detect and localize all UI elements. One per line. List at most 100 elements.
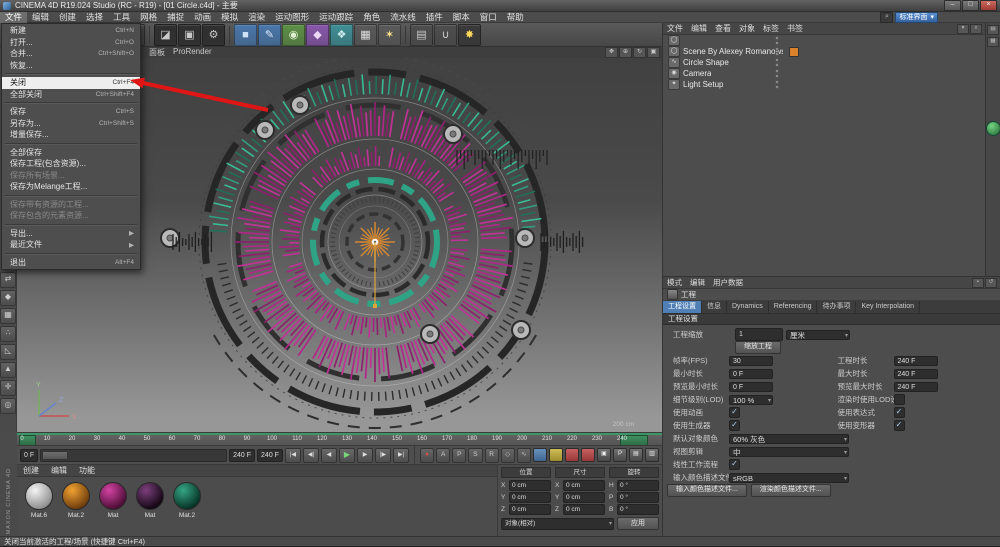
material-menu-0[interactable]: 创建 [17,465,45,476]
coord-value-field[interactable]: 0 cm [563,504,605,515]
file-menu-item-15[interactable]: 保存为Melange工程... [2,181,140,193]
profile-button-0[interactable]: 输入颜色描述文件... [667,484,747,497]
strip-layout-icon-1[interactable]: ▤ [987,25,999,35]
om-menu-4[interactable]: 标签 [759,23,783,34]
goto-end-button[interactable]: ▶| [393,448,409,463]
options-2-button[interactable]: ▥ [645,448,659,462]
render-visibility-dot[interactable] [775,52,779,56]
menubar-item-6[interactable]: 捕捉 [162,12,189,23]
menubar-item-11[interactable]: 运动跟踪 [314,12,358,23]
coord-value-field[interactable]: 0 ° [617,492,659,503]
rotate-view-icon[interactable]: ↻ [633,47,646,58]
section-header[interactable]: 工程设置 [663,314,1000,325]
file-menu-item-13[interactable]: 保存工程(包含资源)... [2,158,140,170]
make-editable-icon[interactable]: ⇄ [0,272,16,288]
om-menu-1[interactable]: 编辑 [687,23,711,34]
menubar-item-0[interactable]: 文件 [0,12,27,23]
visibility-dots[interactable] [775,36,779,45]
layout-dropdown[interactable]: 标准界面▾ [895,12,938,23]
checkbox[interactable]: ✓ [729,459,740,470]
maximize-button[interactable]: □ [962,0,979,11]
options-1-button[interactable]: ▤ [629,448,643,462]
minimize-button[interactable]: – [944,0,961,11]
value-field[interactable]: 240 F [894,356,938,366]
menubar-item-5[interactable]: 网格 [135,12,162,23]
file-menu-item-6[interactable]: 全部关闭Ctrl+Shift+F4 [2,89,140,101]
prev-key-button[interactable]: ◀| [303,448,319,463]
viewport-solo-icon[interactable]: ◎ [0,398,16,414]
current-frame-field[interactable]: 0 F [20,449,38,462]
menubar-item-9[interactable]: 渲染 [243,12,270,23]
object-tag-icon[interactable] [789,47,799,57]
material-sphere[interactable] [136,482,164,510]
value-field[interactable]: 30 [729,356,773,366]
coord-value-field[interactable]: 0 cm [509,492,551,503]
attribute-tab-4[interactable]: 待办事项 [817,301,856,313]
menubar-item-2[interactable]: 创建 [54,12,81,23]
material-item[interactable]: Mat [99,482,127,519]
editor-visibility-dot[interactable] [775,69,779,73]
coord-value-field[interactable]: 0 cm [563,480,605,491]
material-item[interactable]: Mat [136,482,164,519]
profile-button-1[interactable]: 渲染颜色描述文件... [751,484,831,497]
play-button[interactable]: ▶ [339,448,355,463]
am-history-icon[interactable]: ↺ [985,278,997,288]
object-row[interactable]: ✦Light Setup [663,79,985,90]
attribute-tab-3[interactable]: Referencing [769,301,818,313]
menubar-item-12[interactable]: 角色 [358,12,385,23]
coord-value-field[interactable]: 0 cm [509,504,551,515]
maximize-view-icon[interactable]: ▣ [647,47,660,58]
render-visibility-dot[interactable] [775,85,779,89]
material-sphere[interactable] [62,482,90,510]
model-mode-icon[interactable]: ◆ [0,290,16,306]
record-pla-button[interactable]: ∿ [517,448,531,463]
om-menu-3[interactable]: 对象 [735,23,759,34]
coord-group-header[interactable]: 旋转 [609,467,659,478]
goto-start-button[interactable]: |◀ [285,448,301,463]
coord-value-field[interactable]: 0 cm [509,480,551,491]
object-row[interactable]: ◯Scene By Alexey Romanowsky [663,46,985,57]
next-frame-button[interactable]: ▶ [357,448,373,463]
value-field[interactable]: 0 F [729,369,773,379]
am-menu-0[interactable]: 模式 [663,277,686,288]
checkbox[interactable]: ✓ [729,420,740,431]
record-rotation-button[interactable]: R [485,448,499,463]
add-spline-icon[interactable]: ✎ [258,24,281,46]
file-menu-item-17[interactable]: 保存带有资源的工程... [2,199,140,211]
range-end-field[interactable]: 240 F [257,449,283,462]
apply-button[interactable]: 应用 [617,517,659,530]
file-menu-item-10[interactable]: 增量保存... [2,129,140,141]
material-menu-1[interactable]: 编辑 [45,465,73,476]
range-start-field[interactable]: 240 F [229,449,255,462]
am-lock-icon[interactable]: ▪ [972,278,984,288]
slider-handle[interactable] [42,451,68,460]
visibility-dots[interactable] [775,80,779,89]
autokey-button[interactable]: A [436,448,450,463]
om-filter-icon[interactable]: ▾ [957,24,969,34]
file-menu-item-12[interactable]: 全部保存 [2,147,140,159]
render-view-icon[interactable]: ◪ [154,24,177,46]
add-mograph-icon[interactable]: ❖ [330,24,353,46]
checkbox[interactable]: ✓ [729,407,740,418]
file-menu-item-14[interactable]: 保存所有场景... [2,170,140,182]
editor-visibility-dot[interactable] [775,80,779,84]
material-sphere[interactable] [25,482,53,510]
file-menu-item-3[interactable]: 恢复... [2,60,140,72]
file-menu-item-1[interactable]: 打开...Ctrl+O [2,37,140,49]
search-icon[interactable]: ⌕ [880,12,893,23]
om-menu-0[interactable]: 文件 [663,23,687,34]
om-menu-2[interactable]: 查看 [711,23,735,34]
render-visibility-dot[interactable] [775,63,779,67]
points-mode-icon[interactable]: ∴ [0,326,16,342]
editor-visibility-dot[interactable] [775,36,779,40]
project-unit-dropdown[interactable]: 厘米 [786,330,850,340]
add-cube-icon[interactable]: ■ [234,24,257,46]
display-mode-icon[interactable]: ▤ [410,24,433,46]
file-menu-item-21[interactable]: 最近文件▶ [2,239,140,251]
viewport-menu-5[interactable]: 面板 [145,47,169,58]
material-menu-2[interactable]: 功能 [73,465,101,476]
visibility-dots[interactable] [775,69,779,78]
pan-view-icon[interactable]: ✥ [605,47,618,58]
viewport-menu-6[interactable]: ProRender [169,47,216,58]
value-field[interactable]: 240 F [894,369,938,379]
